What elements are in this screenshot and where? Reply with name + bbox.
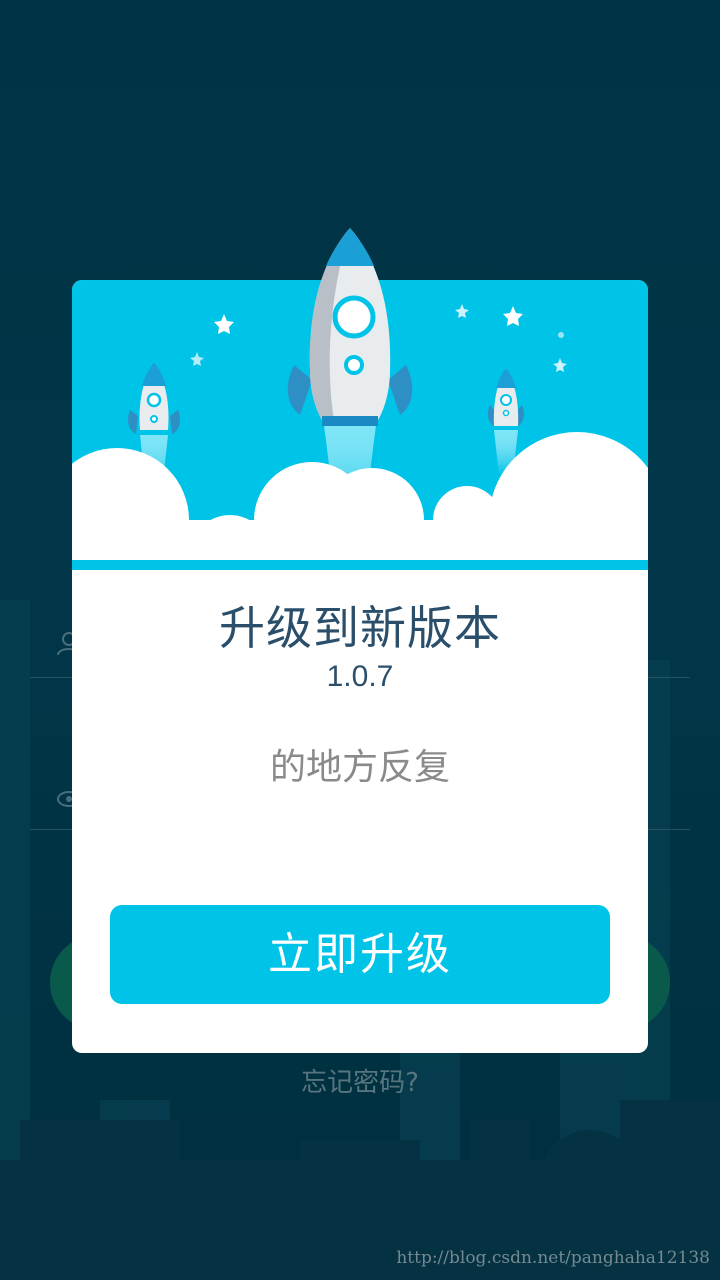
rocket-illustration [72,228,648,560]
upgrade-now-button[interactable]: 立即升级 [110,905,610,1004]
version-number: 1.0.7 [326,660,394,693]
dialog-title: 升级到新版本 [219,601,501,655]
update-description: 的地方反复 [269,747,450,788]
